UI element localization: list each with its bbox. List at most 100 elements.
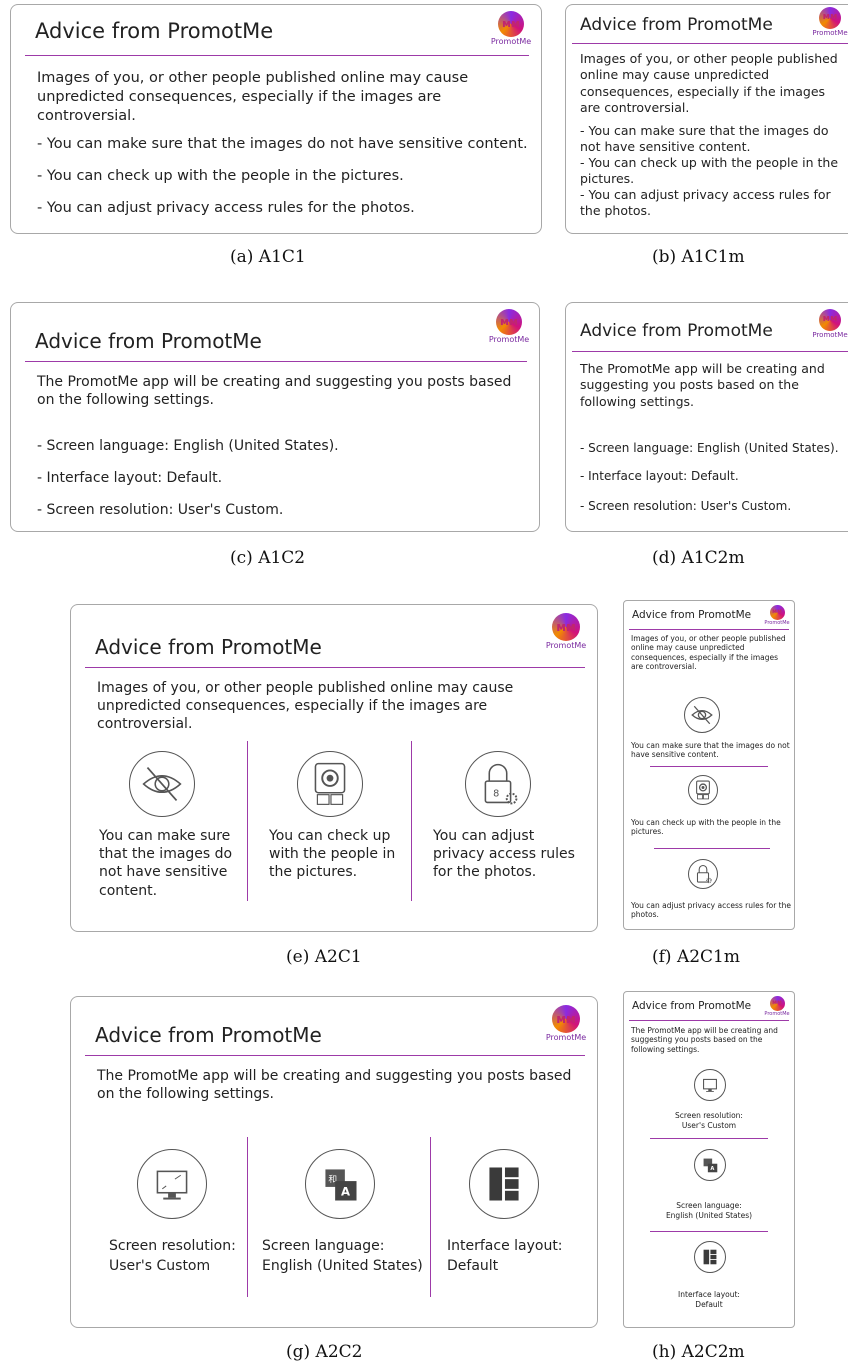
panel-title: Advice from PromotMe	[95, 635, 322, 659]
language-value: English (United States)	[665, 1211, 753, 1220]
panel-a2c2: Advice from PromotMe ᴍᴍ PromotMe The Pro…	[70, 996, 598, 1328]
caption-e: (e) A2C1	[286, 947, 362, 967]
layout-icon	[469, 1149, 539, 1219]
caption-b: (b) A1C1m	[652, 247, 745, 267]
column-divider	[247, 1137, 248, 1297]
lock-gear-icon	[688, 859, 718, 889]
caption-h: (h) A2C2m	[652, 1342, 745, 1362]
language-icon: 和A	[305, 1149, 375, 1219]
point-sensitive-content: You can make sure that the images do not…	[631, 741, 790, 760]
bullet-3: - You can adjust privacy access rules fo…	[37, 200, 415, 216]
monitor-icon	[694, 1069, 726, 1101]
promotme-logo: ᴍᴍ PromotMe	[489, 11, 533, 46]
layout-icon	[694, 1241, 726, 1273]
bullet-1: - You can make sure that the images do n…	[37, 136, 528, 152]
resolution-label: Screen resolution:	[109, 1238, 236, 1254]
intro-text: The PromotMe app will be creating and su…	[631, 1026, 778, 1054]
panel-a1c1m: Advice from PromotMe ᴍᴍ PromotMe Images …	[565, 4, 848, 234]
bullet-resolution: - Screen resolution: User's Custom.	[580, 499, 792, 513]
panel-a1c2m: Advice from PromotMe ᴍᴍ PromotMe The Pro…	[565, 302, 848, 532]
panel-title: Advice from PromotMe	[580, 15, 773, 35]
language-icon: A	[694, 1149, 726, 1181]
eye-slash-icon	[684, 697, 720, 733]
layout-value: Default	[447, 1258, 499, 1274]
resolution-value: User's Custom	[109, 1258, 211, 1274]
panel-title: Advice from PromotMe	[580, 321, 773, 341]
svg-text:8: 8	[493, 789, 499, 800]
point-check-people: You can check up with the people in the …	[269, 828, 396, 881]
column-divider	[247, 741, 248, 901]
intro-text: Images of you, or other people published…	[37, 70, 469, 124]
photo-people-icon	[688, 775, 718, 805]
bullet-layout: - Interface layout: Default.	[580, 469, 739, 483]
promotme-logo: ᴍᴍ PromotMe	[543, 1005, 589, 1042]
bullet-language: - Screen language: English (United State…	[580, 441, 839, 455]
title-underline	[85, 667, 585, 668]
language-value: English (United States)	[262, 1258, 423, 1274]
promotme-logo: ᴍᴍ PromotMe	[764, 996, 790, 1017]
bullet-resolution: - Screen resolution: User's Custom.	[37, 502, 284, 518]
panel-a2c2m: Advice from PromotMe ᴍᴍ PromotMe The Pro…	[623, 991, 795, 1328]
intro-text: Images of you, or other people published…	[631, 634, 786, 672]
layout-label: Interface layout:	[678, 1290, 740, 1299]
promotme-logo: ᴍᴍ PromotMe	[812, 7, 848, 37]
panel-a1c2: Advice from PromotMe ᴍᴍ PromotMe The Pro…	[10, 302, 540, 532]
panel-a1c1: Advice from PromotMe ᴍᴍ PromotMe Images …	[10, 4, 542, 234]
panel-title: Advice from PromotMe	[632, 609, 752, 621]
panel-title: Advice from PromotMe	[632, 1000, 752, 1012]
caption-c: (c) A1C2	[230, 548, 306, 568]
caption-d: (d) A1C2m	[652, 548, 745, 568]
title-underline	[629, 629, 789, 630]
item-divider	[650, 1138, 768, 1139]
bullet-2: - You can check up with the people in th…	[37, 168, 404, 184]
column-divider	[430, 1137, 431, 1297]
title-underline	[25, 361, 527, 362]
bullet-language: - Screen language: English (United State…	[37, 438, 339, 454]
title-underline	[629, 1020, 789, 1021]
photo-people-icon	[297, 751, 363, 817]
intro-text: Images of you, or other people published…	[97, 680, 514, 733]
title-underline	[572, 43, 848, 44]
title-underline	[25, 55, 529, 56]
intro-text: The PromotMe app will be creating and su…	[580, 361, 825, 409]
item-divider	[654, 848, 770, 849]
intro-text: Images of you, or other people published…	[580, 51, 838, 115]
caption-g: (g) A2C2	[286, 1342, 363, 1362]
promotme-logo: ᴍᴍ PromotMe	[487, 309, 531, 344]
language-label: Screen language:	[262, 1238, 385, 1254]
panel-title: Advice from PromotMe	[95, 1023, 322, 1047]
lock-gear-icon: 8	[465, 751, 531, 817]
bullet-1: - You can make sure that the images do n…	[580, 123, 829, 155]
layout-value: Default	[695, 1300, 723, 1309]
panel-a2c1: Advice from PromotMe ᴍᴍ PromotMe Images …	[70, 604, 598, 932]
eye-slash-icon	[129, 751, 195, 817]
caption-a: (a) A1C1	[230, 247, 306, 267]
monitor-icon	[137, 1149, 207, 1219]
svg-text:A: A	[710, 1166, 714, 1172]
promotme-logo: ᴍᴍ PromotMe	[543, 613, 589, 650]
promotme-logo: ᴍᴍ PromotMe	[812, 309, 848, 339]
panel-title: Advice from PromotMe	[35, 19, 274, 43]
title-underline	[572, 351, 848, 352]
item-divider	[650, 1231, 768, 1232]
title-underline	[85, 1055, 585, 1056]
point-privacy-rules: You can adjust privacy access rules for …	[433, 828, 575, 881]
intro-text: The PromotMe app will be creating and su…	[97, 1068, 572, 1103]
caption-f: (f) A2C1m	[652, 947, 740, 967]
panel-title: Advice from PromotMe	[35, 329, 262, 353]
resolution-value: User's Custom	[681, 1121, 737, 1130]
point-privacy-rules: You can adjust privacy access rules for …	[631, 901, 791, 920]
language-label: Screen language:	[676, 1201, 742, 1210]
column-divider	[411, 741, 412, 901]
resolution-label: Screen resolution:	[675, 1111, 743, 1120]
svg-text:A: A	[341, 1185, 350, 1199]
bullet-layout: - Interface layout: Default.	[37, 470, 223, 486]
panel-a2c1m: Advice from PromotMe ᴍᴍ PromotMe Images …	[623, 600, 795, 930]
layout-label: Interface layout:	[447, 1238, 563, 1254]
point-check-people: You can check up with the people in the …	[631, 818, 781, 837]
bullet-3: - You can adjust privacy access rules fo…	[580, 187, 831, 219]
bullet-2: - You can check up with the people in th…	[580, 155, 839, 187]
item-divider	[650, 766, 768, 767]
point-sensitive-content: You can make sure that the images do not…	[99, 828, 233, 899]
promotme-logo: ᴍᴍ PromotMe	[764, 605, 790, 626]
